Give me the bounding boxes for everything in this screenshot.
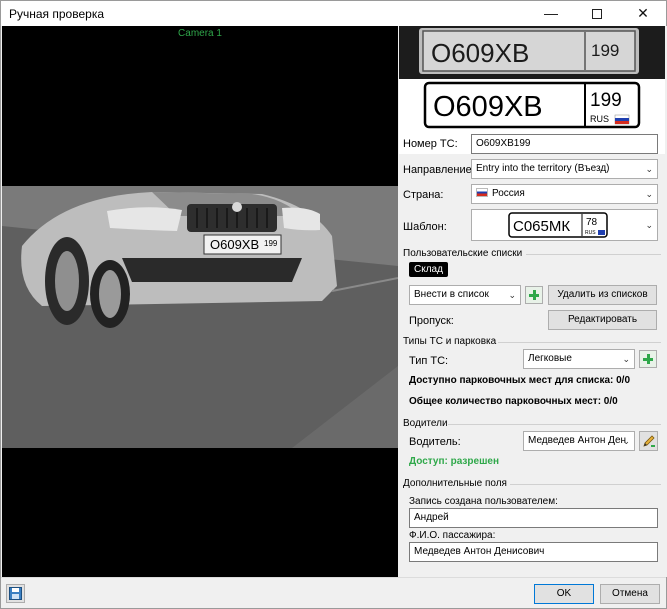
title-bar: Ручная проверка — ✕ [1,1,666,26]
add-to-list-select[interactable]: Внести в список ⌄ [409,285,521,305]
plate-crop-image: O609XB 199 [399,26,665,79]
window-title: Ручная проверка [9,7,105,21]
cancel-button[interactable]: Отмена [600,584,660,604]
vehicle-type-value: Легковые [528,353,572,364]
close-button[interactable]: ✕ [620,1,666,26]
pass-label: Пропуск: [409,315,454,327]
save-button[interactable] [6,584,25,603]
add-list-button[interactable] [525,286,543,304]
dialog-footer: OK Отмена [1,577,666,608]
chevron-down-icon: ⌄ [645,189,653,199]
manual-check-window: Ручная проверка — ✕ Camera 1 O609XB 199 … [0,0,667,609]
minimize-button[interactable]: — [528,1,574,26]
plate-number-input[interactable]: О609ХВ199 [471,134,658,154]
vehicle-type-select[interactable]: Легковые ⌄ [523,349,635,369]
direction-value: Entry into the territory (Въезд) [476,163,610,174]
minimize-icon: — [544,5,558,21]
direction-select[interactable]: Entry into the territory (Въезд) ⌄ [471,159,658,179]
driver-select[interactable]: Медведев Антон Ден ⌄ [523,431,635,451]
divider [526,254,661,255]
direction-label: Направление: [403,164,475,176]
country-label: Страна: [403,189,444,201]
maximize-icon [592,9,602,20]
add-vehicle-type-button[interactable] [639,350,657,368]
plate-crop-text: O609XB [431,38,529,68]
user-lists-section-title: Пользовательские списки [403,248,523,259]
plate-label: Номер ТС: [403,138,458,150]
remove-from-lists-button[interactable]: Удалить из списков [548,285,657,305]
maximize-button[interactable] [574,1,620,26]
created-by-input[interactable]: Андрей [409,508,658,528]
template-plate-image: С065МК 78 RUS [508,212,608,238]
country-value: Россия [492,188,525,199]
template-select[interactable]: С065МК 78 RUS ⌄ [471,209,658,241]
vehicle-type-label: Тип ТС: [409,355,449,367]
plate-number: О609ХВ [433,91,543,123]
scene-plate-region: 199 [264,239,278,248]
chevron-down-icon: ⌄ [622,354,630,364]
chevron-down-icon: ⌄ [645,220,653,230]
list-tag-sklad[interactable]: Склад [409,262,448,277]
template-plate-number: С065МК [513,218,570,235]
edit-driver-button[interactable] [639,431,658,451]
add-to-list-value: Внести в список [414,289,489,300]
scene-plate-text: O609XB [210,237,259,252]
camera-label: Camera 1 [178,28,222,39]
plate-region: 199 [590,90,622,111]
ok-button[interactable]: OK [534,584,594,604]
extra-fields-section-title: Дополнительные поля [403,478,507,489]
chevron-down-icon: ⌄ [508,290,516,300]
access-status: Доступ: разрешен [409,456,500,467]
russia-flag-icon [476,188,488,197]
pencil-icon [642,435,655,447]
chevron-down-icon: ⌄ [622,436,630,446]
video-panel: Camera 1 O609XB 199 [2,26,398,577]
plate-crop-region: 199 [591,41,619,60]
chevron-down-icon: ⌄ [645,164,653,174]
passenger-label: Ф.И.О. пассажира: [409,530,496,541]
edit-pass-button[interactable]: Редактировать [548,310,657,330]
details-panel: O609XB 199 О609ХВ 199 RUS Номер ТС: О609… [398,26,667,577]
drivers-section-title: Водители [403,418,448,429]
close-icon: ✕ [637,5,649,21]
driver-value: Медведев Антон Ден [528,435,627,446]
available-places-list: Доступно парковочных мест для списка: 0/… [409,375,631,386]
camera-frame-image: O609XB 199 [2,186,398,448]
template-plate-region: 78 [586,217,598,228]
country-select[interactable]: Россия ⌄ [471,184,658,204]
total-places: Общее количество парковочных мест: 0/0 [409,396,618,407]
driver-label: Водитель: [409,436,461,448]
template-plate-country: RUS [585,230,596,236]
save-icon [9,587,22,600]
template-label: Шаблон: [403,221,447,233]
created-by-label: Запись создана пользователем: [409,496,558,507]
plate-country-code: RUS [590,114,609,124]
divider [448,424,661,425]
divider [498,342,661,343]
divider [510,484,661,485]
passenger-input[interactable]: Медведев Антон Денисович [409,542,658,562]
vehicle-types-section-title: Типы ТС и парковка [403,336,497,347]
